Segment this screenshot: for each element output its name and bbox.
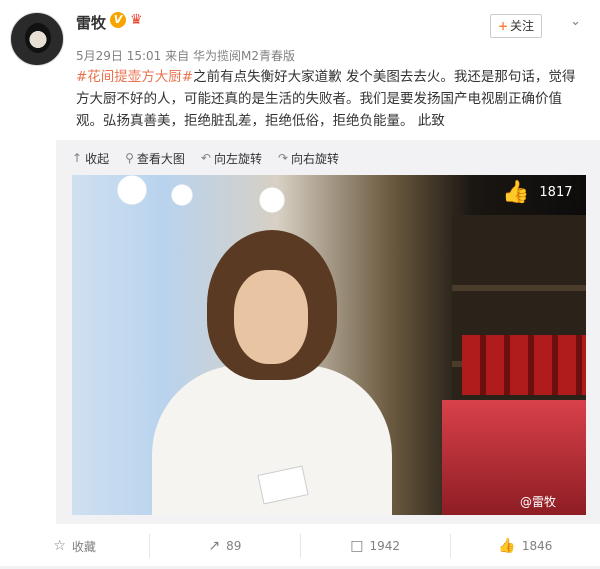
- favorite-label: 收藏: [71, 539, 96, 554]
- user-name[interactable]: 雷牧: [76, 12, 106, 33]
- topic-link[interactable]: #花间提壶方大厨#: [76, 69, 193, 85]
- favorite-button[interactable]: ☆ 收藏: [0, 534, 151, 558]
- view-large-button[interactable]: ⚲ 查看大图: [125, 148, 185, 168]
- person: [112, 215, 392, 515]
- collapse-icon: ↑: [72, 151, 83, 165]
- rotate-left-button[interactable]: ↶ 向左旋转: [201, 148, 262, 168]
- face: [234, 270, 308, 364]
- verified-icon: V: [110, 12, 126, 28]
- post-text: #花间提壶方大厨#之前有点失衡好大家道歉 发个美图去去火。我还是那句话，觉得方大…: [76, 66, 588, 132]
- comment-icon: □: [350, 538, 364, 554]
- rotate-right-icon: ↷: [277, 151, 289, 165]
- soda-cans: [462, 335, 586, 395]
- chevron-down-icon[interactable]: ⌄: [570, 14, 586, 30]
- photo-like-count: 1817: [539, 185, 573, 200]
- source-prefix: 来自: [165, 49, 190, 63]
- follow-label: 关注: [510, 19, 535, 33]
- view-large-label: 查看大图: [136, 151, 185, 166]
- plus-icon: +: [497, 19, 509, 33]
- action-bar: ☆ 收藏 ↗ 89 □ 1942 👍 1846: [0, 534, 600, 558]
- collapse-button[interactable]: ↑ 收起: [72, 148, 109, 168]
- post-photo[interactable]: [72, 175, 586, 515]
- rotate-left-icon: ↶: [200, 151, 211, 165]
- thumbs-up-icon: 👍: [498, 538, 516, 554]
- comment-button[interactable]: □ 1942: [301, 534, 451, 558]
- rotate-right-button[interactable]: ↷ 向右旋转: [278, 148, 339, 168]
- red-box: [442, 400, 586, 515]
- post-meta: 5月29日 15:01 来自 华为揽阅M2青春版: [76, 47, 295, 64]
- thumbs-up-icon: 👍: [502, 180, 530, 205]
- rotate-right-label: 向右旋转: [291, 151, 340, 166]
- photo-like-overlay[interactable]: 👍 1817: [502, 180, 573, 205]
- photo-watermark: @雷牧: [520, 495, 557, 509]
- zoom-icon: ⚲: [125, 151, 134, 165]
- repost-button[interactable]: ↗ 89: [150, 534, 301, 558]
- star-icon: ☆: [53, 538, 66, 554]
- share-icon: ↗: [208, 538, 221, 554]
- comment-count: 1942: [369, 539, 401, 553]
- follow-button[interactable]: + 关注: [490, 14, 542, 38]
- collapse-label: 收起: [85, 151, 110, 166]
- post-date[interactable]: 5月29日: [76, 49, 123, 63]
- avatar[interactable]: [10, 12, 64, 66]
- like-count: 1846: [521, 539, 553, 553]
- media-toolbar: ↑ 收起 ⚲ 查看大图 ↶ 向左旋转 ↷ 向右旋转: [72, 148, 339, 168]
- post-time[interactable]: 15:01: [127, 49, 162, 63]
- like-button[interactable]: 👍 1846: [451, 534, 600, 558]
- repost-count: 89: [226, 539, 242, 553]
- post-source[interactable]: 华为揽阅M2青春版: [193, 49, 295, 63]
- crown-icon[interactable]: ♛: [130, 12, 148, 28]
- rotate-left-label: 向左旋转: [213, 151, 262, 166]
